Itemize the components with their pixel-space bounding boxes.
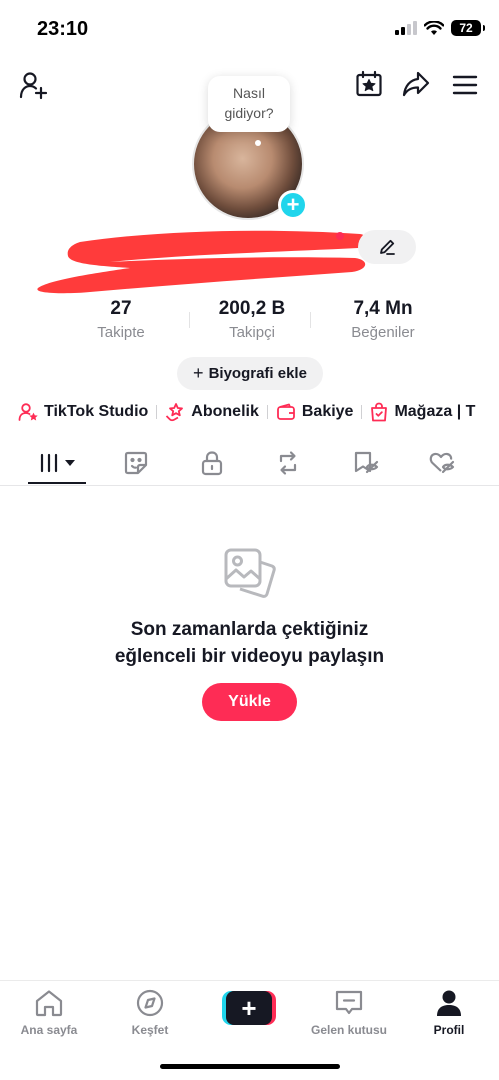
likes-label: Beğeniler (351, 324, 415, 341)
tab-favorites[interactable] (338, 448, 394, 478)
following-label: Takipte (97, 324, 145, 341)
battery-icon: 72 (451, 20, 485, 36)
nav-discover-label: Keşfet (131, 1023, 169, 1037)
person-star-icon (18, 403, 38, 421)
compass-icon (136, 989, 164, 1017)
home-indicator (160, 1064, 340, 1069)
signal-icon (395, 21, 417, 35)
empty-state-line-2: eğlenceli bir videoyu paylaşın (114, 646, 385, 667)
following-stat[interactable]: 27 Takipte (66, 298, 176, 341)
shortcut-divider (266, 405, 268, 419)
videos-grid-icon (39, 453, 75, 473)
nav-home-label: Ana sayfa (20, 1023, 78, 1037)
shopping-bag-icon (371, 402, 388, 422)
battery-level: 72 (459, 21, 473, 35)
followers-label: Takipçi (229, 324, 275, 341)
profile-stats: 27 Takipte 200,2 B Takipçi 7,4 Mn Beğeni… (66, 298, 438, 341)
calendar-button[interactable] (353, 68, 385, 100)
wallet-icon (276, 403, 295, 420)
add-bio-label: Biyografi ekle (208, 365, 307, 382)
shortcut-balance[interactable]: Bakiye (276, 403, 354, 421)
shortcut-tiktok-studio[interactable]: TikTok Studio (18, 402, 148, 422)
photos-placeholder-icon (224, 548, 276, 598)
empty-state-line-1: Son zamanlarda çektiğiniz (130, 619, 369, 640)
shortcut-shop[interactable]: Mağaza | T (370, 402, 475, 422)
pencil-icon (380, 239, 395, 255)
redacted-username (37, 230, 369, 294)
likes-count: 7,4 Mn (353, 298, 413, 319)
shortcut-label: Abonelik (191, 403, 259, 420)
edit-profile-button[interactable] (358, 230, 416, 264)
shortcut-subscription[interactable]: Abonelik (165, 402, 259, 422)
hamburger-menu-icon (452, 75, 478, 95)
followers-stat[interactable]: 200,2 B Takipçi (197, 298, 307, 341)
bubble-tail (255, 140, 261, 146)
nav-profile-label: Profil (433, 1023, 465, 1037)
nav-discover[interactable]: Keşfet (105, 989, 195, 1037)
shortcut-divider (361, 405, 363, 419)
tab-reposts[interactable] (260, 448, 316, 478)
create-button[interactable]: + (222, 991, 276, 1025)
add-user-icon (19, 72, 48, 100)
nav-profile[interactable]: Profil (404, 989, 494, 1037)
likes-stat[interactable]: 7,4 Mn Beğeniler (328, 298, 438, 341)
content-tabs (0, 440, 499, 486)
create-plus-icon: + (226, 991, 272, 1025)
repost-icon (279, 451, 297, 475)
inbox-icon (335, 990, 363, 1015)
shortcut-label: TikTok Studio (44, 403, 149, 420)
stat-divider (310, 312, 311, 328)
profile-shortcuts: TikTok Studio Abonelik Bakiye Mağaza | T (18, 400, 499, 424)
add-story-button[interactable]: + (278, 190, 308, 220)
add-friend-button[interactable] (16, 68, 50, 102)
shortcut-label: Mağaza | T (394, 403, 476, 420)
liked-icon (429, 452, 455, 474)
status-icons: 72 (395, 20, 485, 36)
tab-stickers[interactable] (108, 448, 164, 478)
bubble-line-1: Nasıl (233, 85, 265, 101)
lock-icon (201, 451, 223, 476)
share-arrow-icon (402, 71, 430, 97)
add-bio-button[interactable]: + Biyografi ekle (177, 357, 323, 390)
status-bar: 23:10 72 (0, 0, 499, 60)
favorites-icon (354, 451, 379, 474)
star-hand-icon (166, 403, 184, 422)
share-profile-button[interactable] (400, 68, 432, 100)
menu-button[interactable] (450, 70, 480, 100)
following-count: 27 (110, 298, 132, 319)
nav-inbox[interactable]: Gelen kutusu (304, 989, 394, 1037)
status-bubble[interactable]: Nasıl gidiyor? (208, 76, 290, 132)
profile-icon (437, 990, 461, 1016)
active-tab-indicator (28, 482, 86, 484)
shortcut-label: Bakiye (301, 403, 354, 420)
calendar-star-icon (356, 70, 382, 97)
tab-videos[interactable] (29, 448, 87, 478)
wifi-icon (424, 20, 444, 35)
sticker-icon (124, 451, 148, 475)
shortcut-divider (156, 405, 158, 419)
plus-icon: + (193, 363, 204, 383)
nav-home[interactable]: Ana sayfa (4, 989, 94, 1037)
followers-count: 200,2 B (218, 298, 286, 319)
nav-inbox-label: Gelen kutusu (310, 1023, 387, 1037)
tab-liked[interactable] (414, 448, 470, 478)
upload-button[interactable]: Yükle (202, 683, 297, 721)
empty-state-title: Son zamanlarda çektiğiniz eğlenceli bir … (0, 616, 499, 670)
bubble-line-2: gidiyor? (224, 105, 274, 121)
status-time: 23:10 (37, 18, 89, 40)
home-icon (35, 990, 63, 1017)
stat-divider (189, 312, 190, 328)
tab-private[interactable] (184, 448, 240, 478)
